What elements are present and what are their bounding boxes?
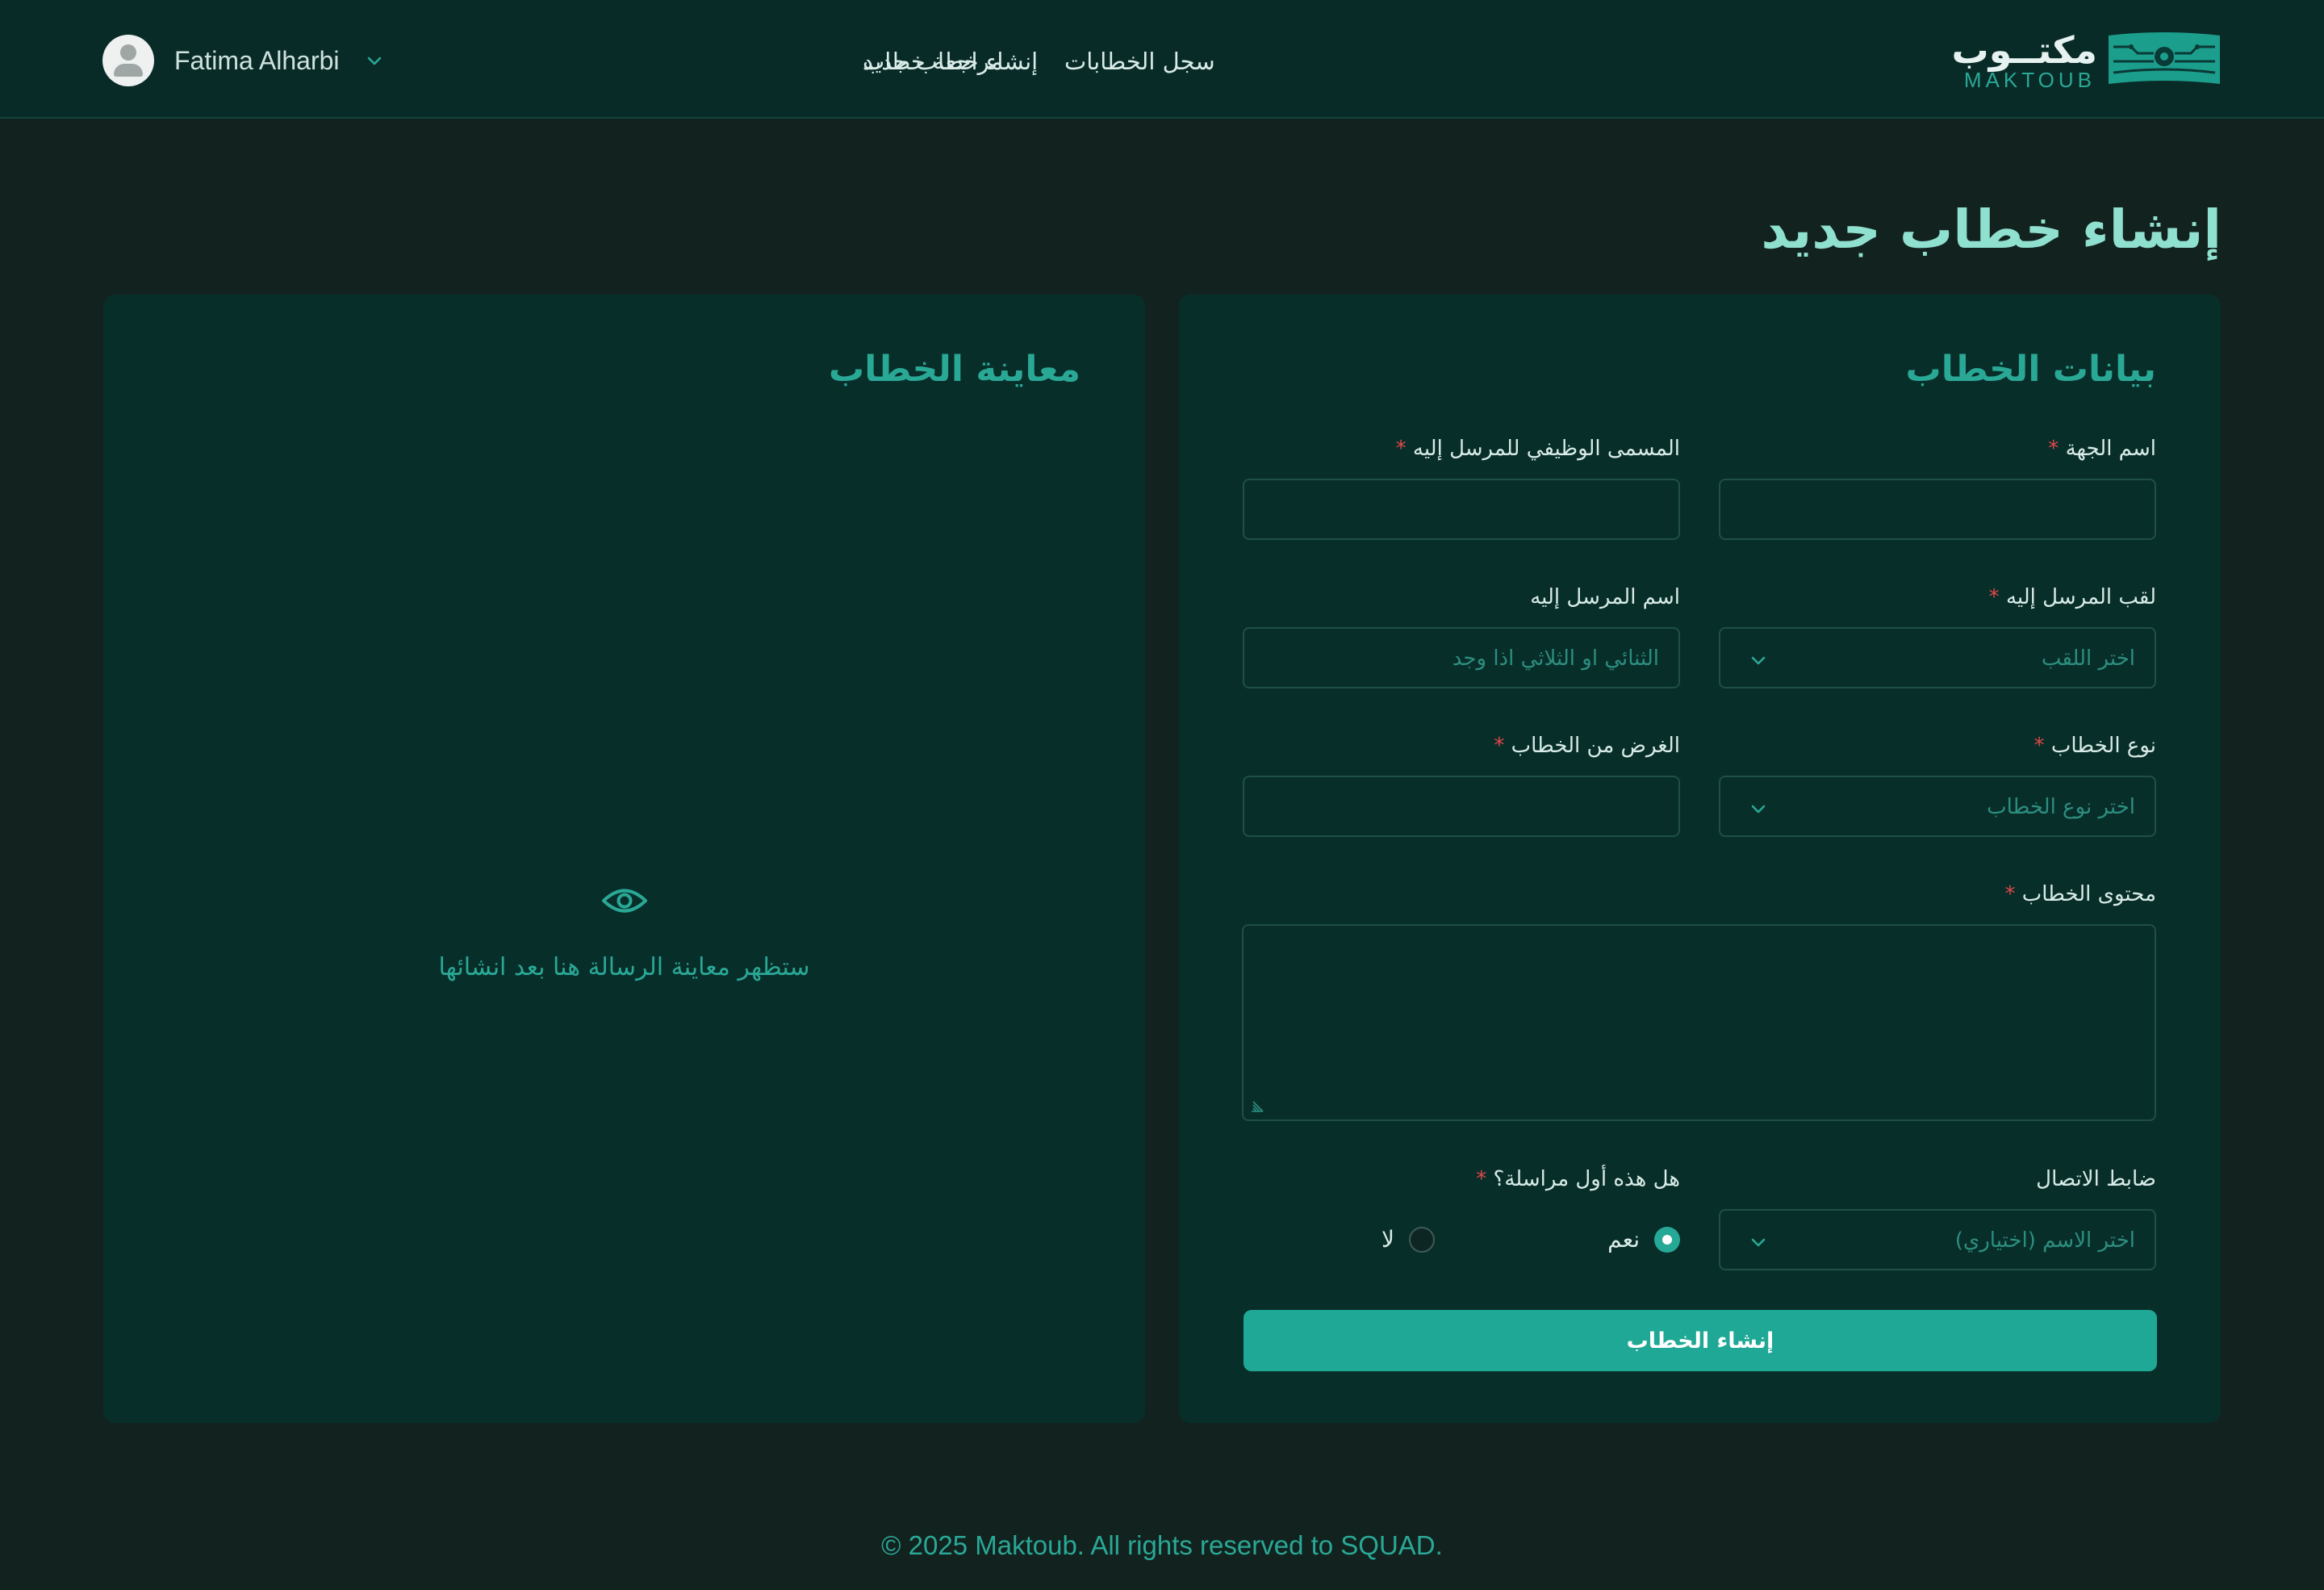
form-title: بيانات الخطاب bbox=[1905, 349, 2157, 390]
recipient-title-label: لقب المرسل إليه * bbox=[1988, 585, 2156, 609]
chevron-down-icon[interactable] bbox=[366, 52, 383, 69]
radio-yes[interactable] bbox=[1654, 1227, 1680, 1253]
recipient-title-placeholder: اختر اللقب bbox=[2041, 646, 2135, 671]
job-title-input[interactable] bbox=[1243, 479, 1680, 540]
first-correspondence-label: هل هذه أول مراسلة؟ * bbox=[1476, 1167, 1680, 1191]
radio-no-label[interactable]: لا bbox=[1381, 1224, 1394, 1256]
contact-placeholder: اختر الاسم (اختياري) bbox=[1954, 1228, 2135, 1253]
first-correspondence-radio-group: نعم لا bbox=[1243, 1224, 1680, 1256]
user-menu[interactable]: Fatima Alharbi bbox=[102, 35, 383, 86]
letter-data-card: بيانات الخطاب اسم الجهة * المسمى الوظيفي… bbox=[1179, 295, 2221, 1423]
purpose-label: الغرض من الخطاب * bbox=[1494, 734, 1680, 758]
letter-type-select[interactable]: اختر نوع الخطاب bbox=[1719, 776, 2156, 837]
nav-review-letter[interactable]: مراجعة خطاب bbox=[863, 39, 1003, 84]
recipient-name-label: اسم المرسل إليه bbox=[1530, 585, 1680, 609]
contact-label: ضابط الاتصال bbox=[2036, 1167, 2156, 1191]
footer-copyright: © 2025 Maktoub. All rights reserved to S… bbox=[881, 1530, 1443, 1560]
letter-preview-card: معاينة الخطاب ستظهر معاينة الرسالة هنا ب… bbox=[103, 295, 1145, 1423]
content-label: محتوى الخطاب * bbox=[2004, 882, 2156, 906]
user-avatar-icon bbox=[102, 35, 154, 86]
radio-no[interactable] bbox=[1409, 1227, 1435, 1253]
top-header: Fatima Alharbi إنشاء خطاب جديد سجل الخطا… bbox=[0, 0, 2324, 119]
content-textarea[interactable] bbox=[1242, 924, 2156, 1121]
entity-name-input[interactable] bbox=[1719, 479, 2156, 540]
recipient-name-placeholder: الثنائي او الثلاثي اذا وجد bbox=[1452, 646, 1659, 671]
letter-type-label: نوع الخطاب * bbox=[2034, 734, 2156, 758]
create-letter-button[interactable]: إنشاء الخطاب bbox=[1244, 1310, 2157, 1371]
preview-empty-message: ستظهر معاينة الرسالة هنا بعد انشائها bbox=[438, 953, 810, 981]
chevron-down-icon bbox=[1751, 1238, 1766, 1247]
job-title-label: المسمى الوظيفي للمرسل إليه * bbox=[1395, 437, 1680, 461]
nav-letter-history[interactable]: سجل الخطابات bbox=[1064, 39, 1215, 84]
preview-title: معاينة الخطاب bbox=[829, 349, 1080, 390]
resize-handle-icon[interactable] bbox=[1248, 1097, 1266, 1115]
purpose-input[interactable] bbox=[1243, 776, 1680, 837]
chevron-down-icon bbox=[1751, 805, 1766, 814]
eye-icon bbox=[602, 889, 647, 913]
contact-select[interactable]: اختر الاسم (اختياري) bbox=[1719, 1209, 2156, 1270]
chevron-down-icon bbox=[1751, 656, 1766, 665]
maktoub-logo[interactable]: مكتــوب MAKTOUB bbox=[1951, 28, 2222, 92]
recipient-title-select[interactable]: اختر اللقب bbox=[1719, 627, 2156, 688]
logo-english-text: MAKTOUB bbox=[1963, 68, 2096, 92]
logo-arabic-text: مكتــوب bbox=[1951, 28, 2097, 72]
radio-yes-label[interactable]: نعم bbox=[1607, 1224, 1640, 1256]
page-title: إنشاء خطاب جديد bbox=[1761, 199, 2222, 261]
letter-type-placeholder: اختر نوع الخطاب bbox=[1987, 795, 2135, 819]
user-name: Fatima Alharbi bbox=[174, 45, 340, 75]
recipient-name-input[interactable]: الثنائي او الثلاثي اذا وجد bbox=[1243, 627, 1680, 688]
maktoub-logo-mark bbox=[2109, 32, 2220, 84]
entity-name-label: اسم الجهة * bbox=[2048, 437, 2156, 461]
